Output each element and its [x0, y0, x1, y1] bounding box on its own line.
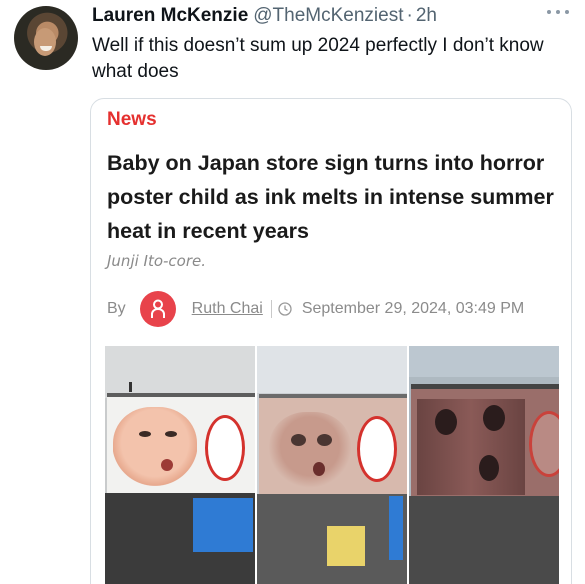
tweet-time[interactable]: 2h — [416, 5, 437, 27]
category-label: News — [107, 109, 157, 130]
store-sign-photo-2 — [257, 346, 407, 584]
tweet-text: Well if this doesn’t sum up 2024 perfect… — [92, 35, 544, 82]
avatar-face — [34, 28, 56, 56]
user-handle[interactable]: @TheMcKenziest — [253, 5, 403, 27]
blue-tarp — [193, 498, 253, 552]
author-link[interactable]: Ruth Chai — [192, 300, 263, 318]
horror-face — [417, 399, 525, 495]
store-sign-photo-1 — [105, 346, 255, 584]
link-preview-card[interactable]: News Baby on Japan store sign turns into… — [90, 98, 572, 584]
horror-sign — [411, 384, 559, 496]
user-avatar[interactable] — [14, 6, 78, 70]
byline: By Ruth Chai September 29, 2024, 03:49 P… — [107, 290, 524, 328]
separator-dot: · — [406, 5, 413, 26]
clock-icon — [278, 302, 292, 316]
publish-date: September 29, 2024, 03:49 PM — [301, 300, 525, 317]
byline-divider — [270, 300, 272, 318]
roof-fixture — [129, 382, 132, 392]
speech-bubble — [357, 416, 397, 482]
baby-face — [113, 407, 197, 487]
more-options-icon[interactable] — [547, 6, 569, 18]
blue-tarp — [389, 496, 403, 560]
melting-sign — [259, 394, 407, 494]
speech-bubble — [205, 415, 245, 481]
shop-goods — [327, 526, 365, 566]
article-headline[interactable]: Baby on Japan store sign turns into horr… — [107, 146, 557, 248]
display-name[interactable]: Lauren McKenzie — [92, 5, 248, 27]
author-person-icon[interactable] — [139, 291, 176, 327]
article-image-strip[interactable] — [105, 346, 559, 584]
melting-face — [269, 412, 351, 488]
baby-sign — [107, 393, 255, 493]
article-subtitle: Junji Ito-core. — [107, 252, 207, 270]
person-glyph — [150, 299, 165, 318]
tweet-header: Lauren McKenzie @TheMcKenziest · 2h — [92, 5, 565, 29]
store-sign-photo-3 — [409, 346, 559, 584]
by-label: By — [107, 300, 126, 317]
building-facade — [409, 496, 559, 584]
speech-bubble — [529, 411, 559, 477]
